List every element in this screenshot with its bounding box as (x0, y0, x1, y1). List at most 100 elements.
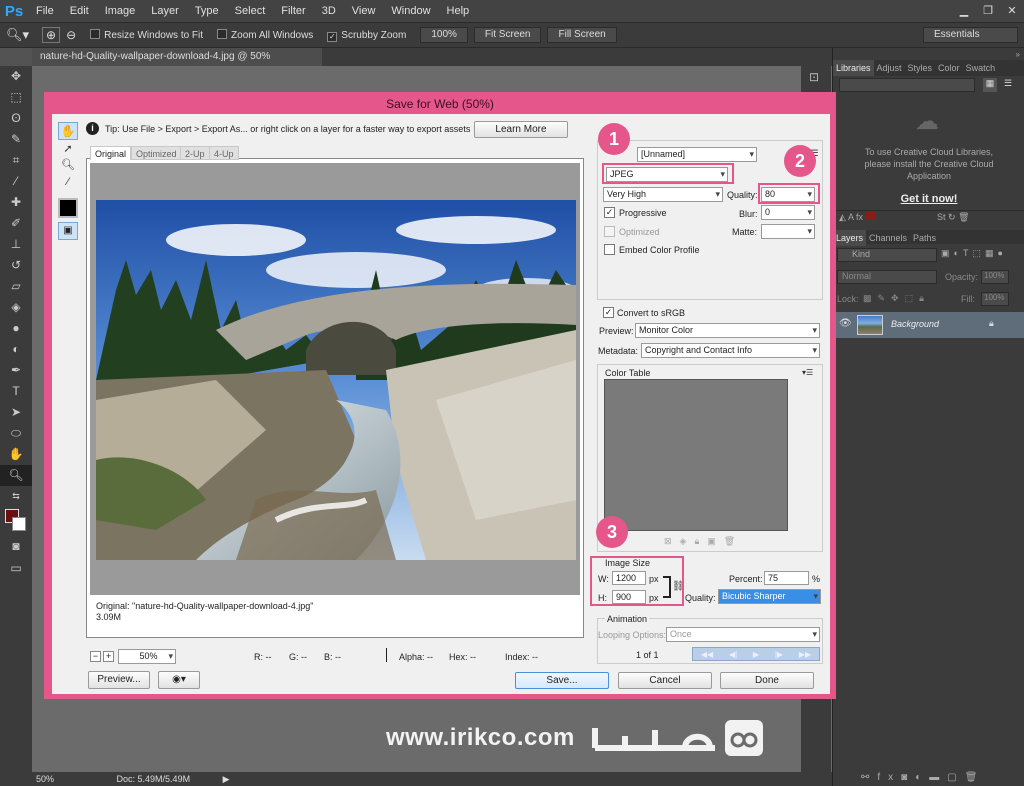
quick-select-tool-icon[interactable]: ✎ (0, 129, 32, 150)
zoom-in-icon[interactable]: ⊕ (42, 27, 61, 43)
marquee-tool-icon[interactable]: ⬚ (0, 87, 32, 108)
tab-swatches[interactable]: Swatch (963, 60, 999, 76)
next-frame-icon[interactable]: |▶ (775, 650, 783, 659)
zoom-all-checkbox[interactable]: Zoom All Windows (217, 29, 321, 41)
grid-view-icon[interactable]: ▦ (983, 78, 997, 92)
stamp-tool-icon[interactable]: ⊥ (0, 234, 32, 255)
done-button[interactable]: Done (720, 672, 814, 689)
blur-tool-icon[interactable]: ● (0, 318, 32, 339)
device-central-button[interactable]: ◉▾ (158, 671, 200, 689)
cancel-button[interactable]: Cancel (618, 672, 712, 689)
workspace-select[interactable]: Essentials (923, 27, 1018, 43)
last-frame-icon[interactable]: ▶▶ (799, 650, 811, 659)
add-color-icon[interactable] (865, 211, 875, 220)
zoom-out-button[interactable]: − (90, 651, 101, 662)
collapse-panels-icon[interactable]: » (1016, 50, 1020, 59)
quick-mask-icon[interactable]: ◙ (0, 536, 32, 557)
history-brush-icon[interactable]: ↺ (0, 255, 32, 276)
color-theme-icon[interactable]: ◭ (839, 212, 846, 222)
group-icon[interactable]: ▬ (929, 772, 947, 783)
minimize-icon[interactable]: ▁ (952, 3, 976, 19)
menu-type[interactable]: Type (187, 0, 227, 22)
bucket-tool-icon[interactable]: ◈ (0, 297, 32, 318)
resize-windows-checkbox[interactable]: Resize Windows to Fit (90, 29, 211, 41)
tab-color[interactable]: Color (935, 60, 963, 76)
add-fx-icon[interactable]: fx (856, 212, 863, 222)
menu-select[interactable]: Select (227, 0, 274, 22)
color-table-swatches[interactable] (604, 379, 788, 531)
zoom-level-select[interactable]: 50% (118, 649, 176, 664)
dodge-tool-icon[interactable]: ◐ (0, 339, 32, 360)
blur-field[interactable]: 0 (761, 205, 815, 220)
optimized-checkbox[interactable] (604, 226, 615, 237)
menu-file[interactable]: File (28, 0, 62, 22)
preview-button[interactable]: Preview... (88, 671, 150, 689)
close-window-icon[interactable]: ✕ (1000, 3, 1024, 19)
percent-field[interactable]: 75 (764, 571, 809, 585)
lock-color-icon[interactable]: 🔒︎ (694, 536, 707, 546)
brush-tool-icon[interactable]: ✐ (0, 213, 32, 234)
zoom-tool-icon[interactable]: 🔍︎▾ (6, 27, 36, 43)
embed-profile-checkbox[interactable] (604, 244, 615, 255)
tab-original[interactable]: Original (90, 146, 132, 160)
learn-more-button[interactable]: Learn More (474, 121, 568, 138)
scrubby-zoom-checkbox[interactable]: ✓ Scrubby Zoom (327, 29, 414, 42)
zoom-tool-side-icon[interactable]: 🔍︎ (0, 465, 32, 486)
new-layer-icon[interactable]: ▢ (947, 772, 964, 783)
zoom-100-button[interactable]: 100% (420, 27, 468, 43)
eraser-tool-icon[interactable]: ▱ (0, 276, 32, 297)
library-select[interactable] (839, 78, 975, 92)
add-mask-icon[interactable]: ◙ (901, 772, 915, 783)
lock-icons[interactable]: ▩✎✥⬚🔒︎ (863, 293, 930, 304)
web-shift-icon[interactable]: ◈ (680, 536, 695, 546)
toggle-slices-icon[interactable]: ▣ (58, 222, 78, 240)
get-it-now-link[interactable]: Get it now! (859, 193, 999, 205)
menu-filter[interactable]: Filter (273, 0, 313, 22)
pen-tool-icon[interactable]: ✒ (0, 360, 32, 381)
prev-frame-icon[interactable]: ◀| (729, 650, 737, 659)
menu-edit[interactable]: Edit (62, 0, 97, 22)
zoom-out-icon[interactable]: ⊖ (66, 28, 76, 42)
fit-screen-button[interactable]: Fit Screen (473, 27, 542, 43)
layer-filter-icons[interactable]: ▣◐T⬚▦● (941, 248, 1007, 259)
dialog-eyedropper-icon[interactable]: ⁄ (58, 176, 78, 194)
status-arrow-icon[interactable]: ▶ (223, 774, 230, 784)
tab-channels[interactable]: Channels (866, 230, 910, 246)
document-tab[interactable]: nature-hd-Quality-wallpaper-download-4.j… (32, 48, 322, 80)
move-tool-icon[interactable]: ✥ (0, 66, 32, 87)
convert-srgb-checkbox[interactable]: ✓ (603, 307, 614, 318)
healing-tool-icon[interactable]: ✚ (0, 192, 32, 213)
preset-select[interactable]: [Unnamed] (637, 147, 757, 162)
save-button[interactable]: Save... (515, 672, 609, 689)
play-icon[interactable]: ▶ (753, 650, 759, 659)
menu-view[interactable]: View (344, 0, 384, 22)
swap-colors-icon[interactable]: ⇆ (0, 486, 32, 507)
adjustment-layer-icon[interactable]: ◐ (915, 772, 929, 783)
hand-tool-icon[interactable]: ✋ (0, 444, 32, 465)
color-table-menu-icon[interactable]: ▾☰ (802, 368, 813, 377)
screen-mode-icon[interactable]: ▭ (0, 558, 32, 579)
new-color-icon[interactable]: ▣ (707, 536, 724, 546)
delete-layer-icon[interactable]: 🗑︎ (965, 772, 986, 783)
layer-row-background[interactable]: 👁︎ Background 🔒︎ (833, 312, 1024, 338)
preview-color-select[interactable]: Monitor Color (635, 323, 820, 338)
metadata-select[interactable]: Copyright and Contact Info (641, 343, 820, 358)
tab-2up[interactable]: 2-Up (180, 146, 210, 160)
list-view-icon[interactable]: ☰ (1001, 78, 1015, 92)
menu-image[interactable]: Image (97, 0, 144, 22)
tab-optimized[interactable]: Optimized (131, 146, 182, 160)
menu-3d[interactable]: 3D (314, 0, 344, 22)
crop-tool-icon[interactable]: ⌗ (0, 150, 32, 171)
blend-mode-select[interactable]: Normal (837, 270, 937, 284)
tab-4up[interactable]: 4-Up (209, 146, 239, 160)
lasso-tool-icon[interactable]: ʘ (0, 108, 32, 129)
matte-select[interactable] (761, 224, 815, 239)
type-tool-icon[interactable]: T (0, 381, 32, 402)
quality-preset-select[interactable]: Very High (603, 187, 723, 202)
menu-window[interactable]: Window (383, 0, 438, 22)
add-style-layer-icon[interactable]: fx (877, 772, 901, 783)
dialog-hand-tool-icon[interactable]: ✋ (58, 122, 78, 140)
panel-strip-libraries-icon[interactable]: ⊡ (809, 70, 819, 84)
delete-library-icon[interactable]: 🗑︎ (958, 212, 969, 222)
opacity-field[interactable]: 100% (981, 270, 1009, 284)
